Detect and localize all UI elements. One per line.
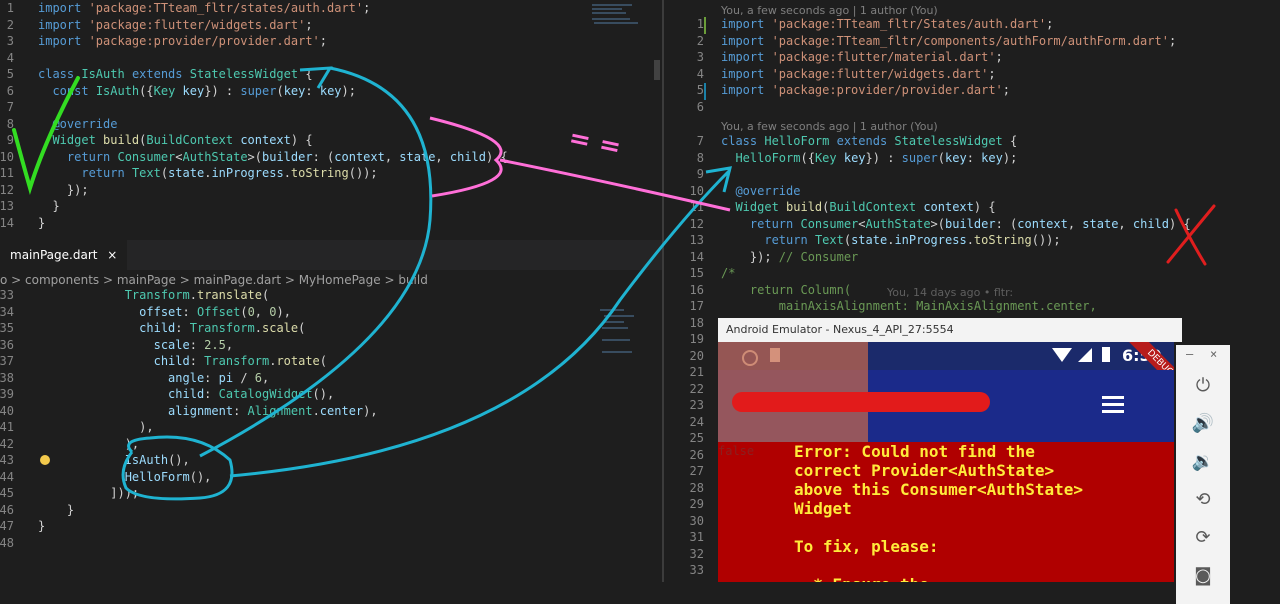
- arrow-to-helloform: [229, 166, 733, 478]
- connector-annotation: [499, 158, 731, 212]
- annotation-overlay: = =: [12, 66, 1216, 501]
- equals-annotation: = =: [566, 123, 624, 163]
- checkmark-annotation: [12, 76, 80, 195]
- cross-annotation: [1166, 204, 1216, 266]
- arrow-to-isauth: [199, 66, 433, 458]
- brace-annotation: [429, 116, 503, 198]
